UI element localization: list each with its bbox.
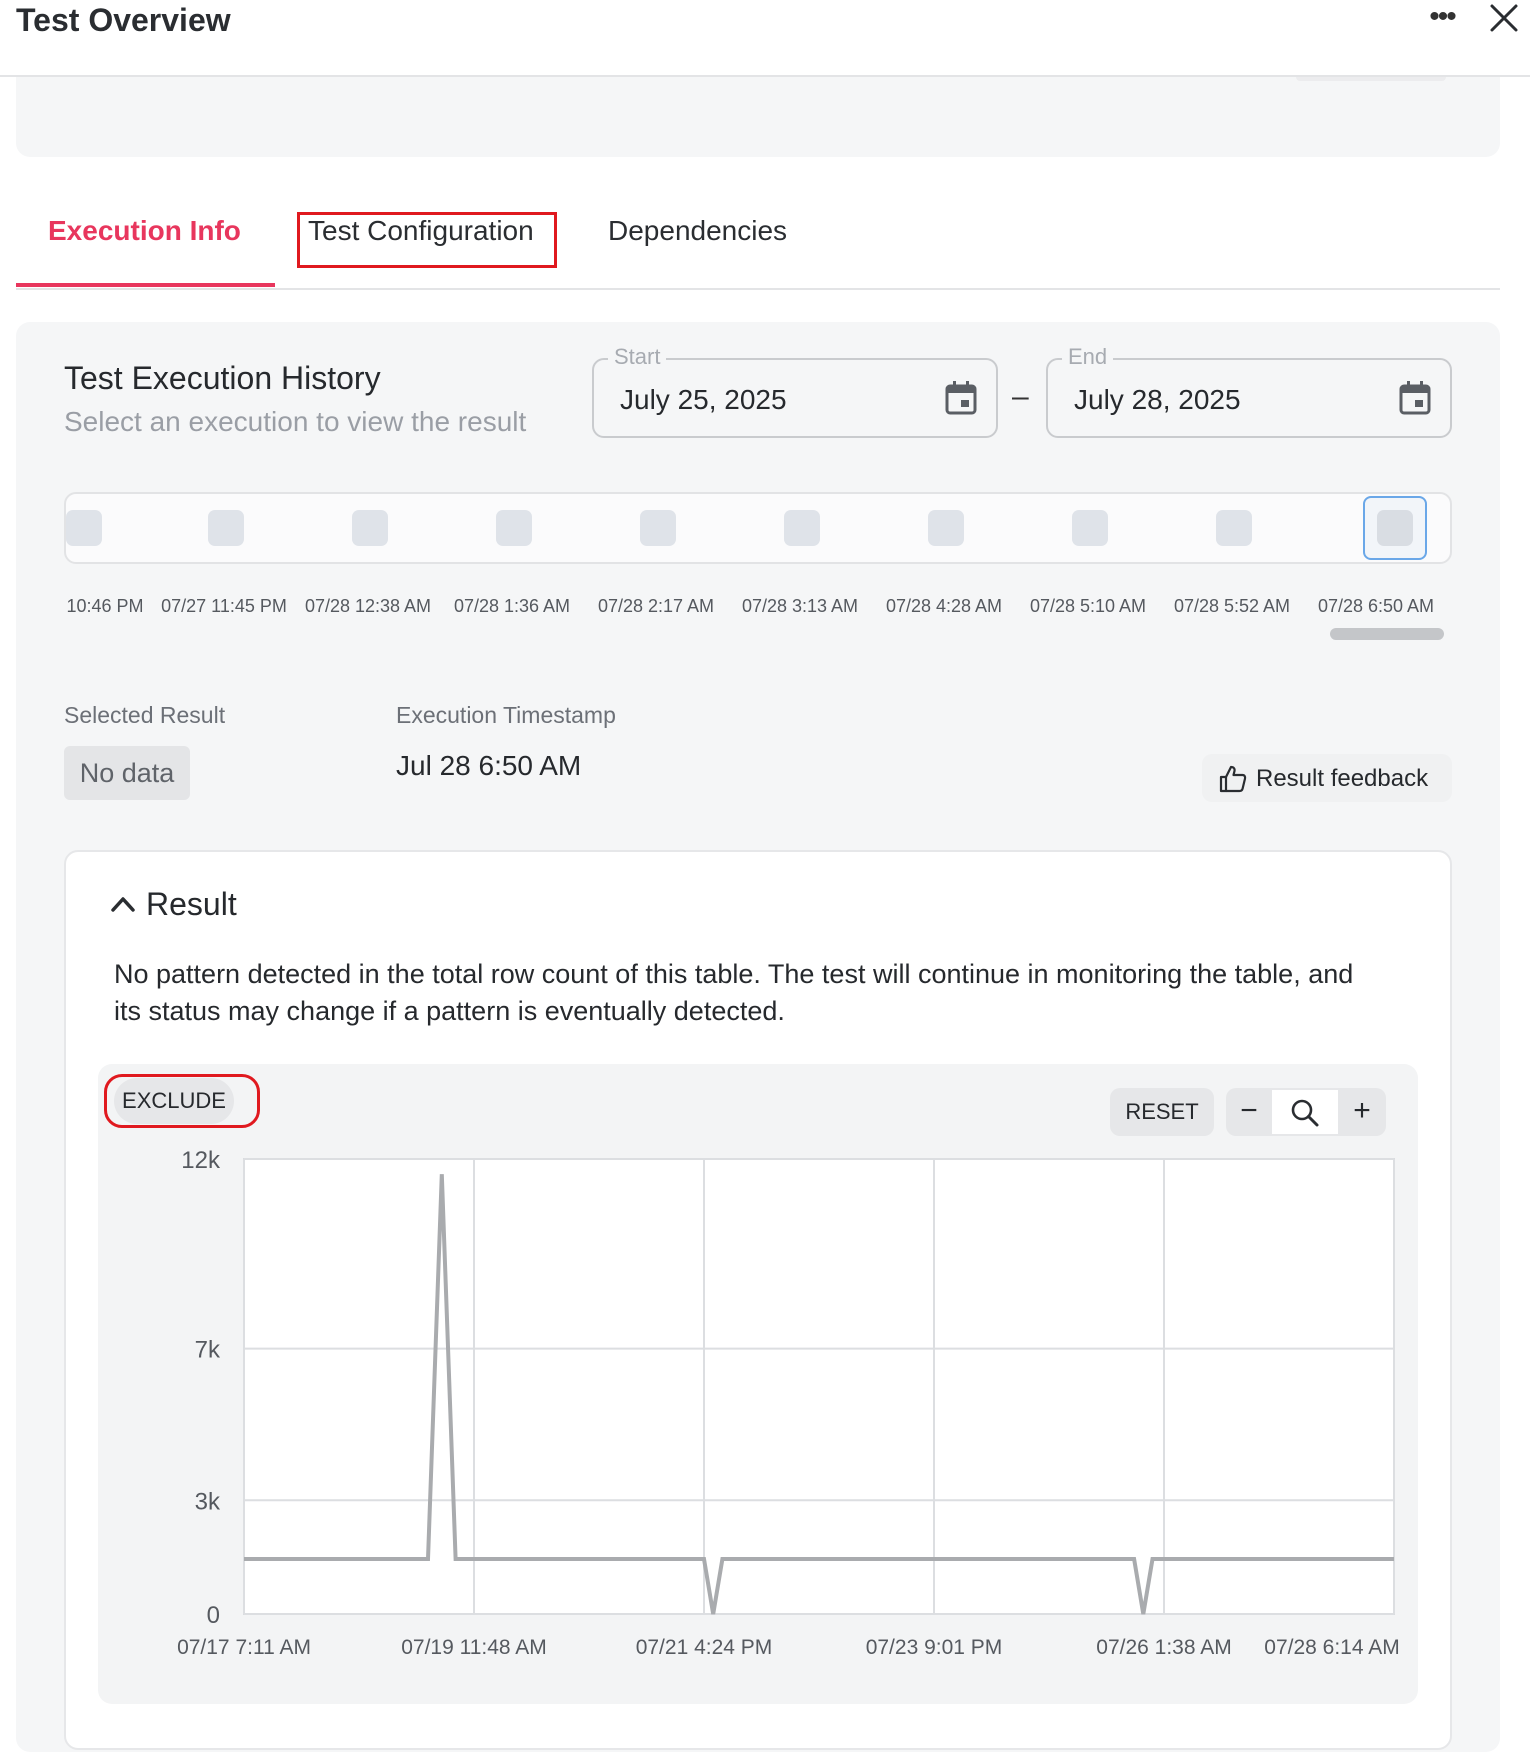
zoom-in-button[interactable]: +: [1338, 1088, 1386, 1136]
run-time-label[interactable]: 07/28 12:38 AM: [305, 596, 431, 617]
calendar-icon[interactable]: [1398, 380, 1432, 416]
highlight-ring: [104, 1074, 260, 1128]
x-tick-label: 07/19 11:48 AM: [401, 1636, 547, 1659]
run-marker[interactable]: [928, 510, 964, 546]
data-point[interactable]: [441, 1174, 442, 1175]
execution-timestamp-value: Jul 28 6:50 AM: [396, 750, 582, 781]
end-date-legend: End: [1062, 344, 1114, 370]
data-point[interactable]: [1394, 1559, 1395, 1560]
x-tick-label: 07/26 1:38 AM: [1096, 1636, 1231, 1659]
run-time-label[interactable]: 07/28 3:13 AM: [742, 596, 858, 617]
data-point[interactable]: [428, 1559, 429, 1560]
run-time-label[interactable]: 07/28 5:10 AM: [1030, 596, 1146, 617]
run-marker[interactable]: [208, 510, 244, 546]
run-time-label[interactable]: 07/28 4:28 AM: [886, 596, 1002, 617]
run-marker: [1377, 510, 1413, 546]
execution-timeline[interactable]: [64, 492, 1452, 564]
run-marker-selected[interactable]: [1363, 496, 1427, 560]
result-feedback-button[interactable]: Result feedback: [1202, 754, 1452, 802]
x-tick-label: 07/28 6:14 AM: [1264, 1636, 1399, 1659]
run-time-label[interactable]: 07/28 6:50 AM: [1318, 596, 1434, 617]
start-date-value: July 25, 2025: [620, 384, 787, 415]
run-time-label[interactable]: 10:46 PM: [66, 596, 143, 617]
history-subtitle: Select an execution to view the result: [64, 406, 527, 437]
result-title[interactable]: Result: [146, 886, 237, 923]
data-point[interactable]: [704, 1559, 705, 1560]
panel-title: Test Overview: [16, 2, 231, 38]
run-marker[interactable]: [496, 510, 532, 546]
execution-panel: Test Execution History Select an executi…: [16, 322, 1500, 1752]
zoom-button[interactable]: [1272, 1090, 1338, 1134]
run-time-label[interactable]: 07/28 1:36 AM: [454, 596, 570, 617]
chart-panel: 0 3k 7k 12k 07/17 7:11 AM 07/19 11:48 AM 07/21…: [98, 1064, 1418, 1704]
data-point[interactable]: [713, 1614, 714, 1615]
summary-card: [16, 77, 1500, 157]
panel-header: Test Overview •••: [0, 0, 1530, 77]
thumbs-up-icon: [1219, 765, 1247, 793]
tab-execution-info[interactable]: Execution Info: [48, 215, 241, 247]
data-point[interactable]: [1143, 1614, 1144, 1615]
data-point[interactable]: [722, 1559, 723, 1560]
reset-zoom-button[interactable]: RESET: [1110, 1088, 1214, 1136]
zoom-controls: − +: [1226, 1088, 1386, 1136]
calendar-icon[interactable]: [944, 380, 978, 416]
y-tick-label: 7k: [195, 1337, 221, 1364]
data-point[interactable]: [1152, 1559, 1153, 1560]
x-tick-label: 07/23 9:01 PM: [866, 1636, 1003, 1659]
start-date-legend: Start: [608, 344, 667, 370]
run-time-label[interactable]: 07/27 11:45 PM: [161, 596, 287, 617]
search-icon: [1291, 1099, 1319, 1127]
end-date-value: July 28, 2025: [1074, 384, 1241, 415]
end-date-field[interactable]: End July 28, 2025: [1046, 344, 1452, 438]
run-time-label[interactable]: 07/28 5:52 AM: [1174, 596, 1290, 617]
x-tick-label: 07/17 7:11 AM: [177, 1636, 311, 1659]
chevron-up-icon[interactable]: [110, 894, 136, 914]
run-marker[interactable]: [1072, 510, 1108, 546]
tab-bar: Execution Info Test Configuration Depend…: [16, 195, 1500, 290]
summary-card-stub: [1296, 77, 1446, 81]
close-icon[interactable]: [1484, 0, 1524, 40]
run-marker[interactable]: [352, 510, 388, 546]
run-marker[interactable]: [66, 510, 102, 546]
y-tick-label: 12k: [181, 1147, 221, 1174]
y-tick-label: 0: [207, 1602, 220, 1629]
y-tick-label: 3k: [195, 1488, 221, 1515]
active-tab-indicator: [16, 283, 275, 287]
plot-area: [243, 1158, 1395, 1615]
tab-dependencies[interactable]: Dependencies: [608, 215, 787, 247]
run-marker[interactable]: [784, 510, 820, 546]
selected-result-label: Selected Result: [64, 702, 226, 728]
data-point[interactable]: [1134, 1559, 1135, 1560]
history-title: Test Execution History: [64, 360, 381, 396]
data-point[interactable]: [244, 1559, 245, 1560]
data-point[interactable]: [455, 1559, 456, 1560]
start-date-field[interactable]: Start July 25, 2025: [592, 344, 998, 438]
result-feedback-label: Result feedback: [1256, 765, 1429, 792]
run-marker[interactable]: [640, 510, 676, 546]
result-card: Result No pattern detected in the total …: [64, 850, 1452, 1750]
timeline-scrollbar[interactable]: [1330, 628, 1444, 640]
more-options-icon[interactable]: •••: [1422, 2, 1462, 42]
highlight-box: [297, 212, 557, 268]
execution-timestamp-label: Execution Timestamp: [396, 702, 616, 728]
date-separator: –: [1012, 380, 1029, 413]
zoom-out-button[interactable]: −: [1226, 1088, 1272, 1136]
result-message: No pattern detected in the total row cou…: [114, 959, 1354, 1026]
row-count-chart[interactable]: 0 3k 7k 12k 07/17 7:11 AM 07/19 11:48 AM 07/21…: [98, 1064, 1418, 1704]
x-tick-label: 07/21 4:24 PM: [636, 1636, 773, 1659]
selected-result-badge: No data: [64, 746, 190, 800]
run-marker[interactable]: [1216, 510, 1252, 546]
run-time-label[interactable]: 07/28 2:17 AM: [598, 596, 714, 617]
